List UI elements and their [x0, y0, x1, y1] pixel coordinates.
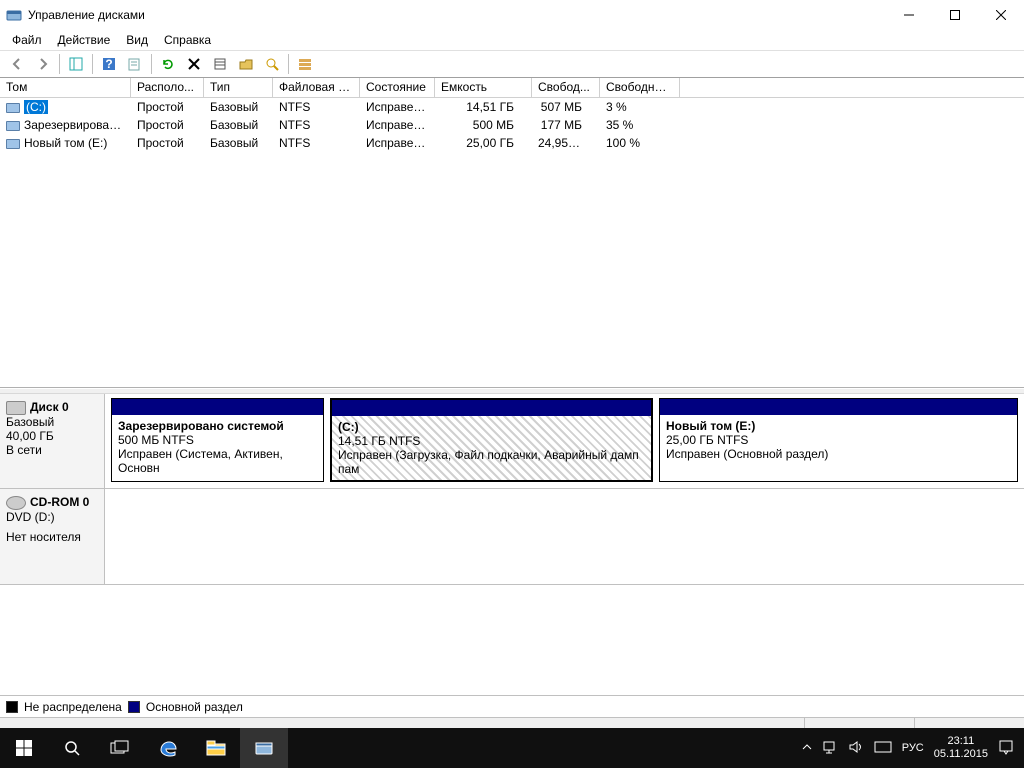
col-filesystem[interactable]: Файловая с... — [273, 78, 360, 97]
menubar: Файл Действие Вид Справка — [0, 30, 1024, 50]
volume-icon — [6, 121, 20, 131]
close-button[interactable] — [978, 0, 1024, 30]
window-title: Управление дисками — [28, 8, 886, 22]
volume-icon[interactable] — [848, 740, 864, 757]
list-button[interactable] — [293, 52, 317, 76]
forward-button[interactable] — [31, 52, 55, 76]
menu-action[interactable]: Действие — [50, 31, 119, 49]
refresh-button[interactable] — [156, 52, 180, 76]
col-free[interactable]: Свобод... — [532, 78, 600, 97]
col-type[interactable]: Тип — [204, 78, 273, 97]
start-button[interactable] — [0, 728, 48, 768]
part0-title: Зарезервировано системой — [118, 419, 284, 433]
disk-row-0[interactable]: Диск 0 Базовый 40,00 ГБ В сети Зарезерви… — [0, 394, 1024, 489]
disk0-title: Диск 0 — [30, 400, 69, 414]
cdrom-drive: DVD (D:) — [6, 510, 98, 524]
part1-size: 14,51 ГБ NTFS — [338, 434, 420, 448]
network-icon[interactable] — [822, 740, 838, 757]
part2-status: Исправен (Основной раздел) — [666, 447, 828, 461]
settings-button[interactable] — [208, 52, 232, 76]
minimize-button[interactable] — [886, 0, 932, 30]
clock-time: 23:11 — [934, 735, 988, 748]
legend: Не распределена Основной раздел — [0, 695, 1024, 717]
disk0-type: Базовый — [6, 415, 98, 429]
graphical-view: Диск 0 Базовый 40,00 ГБ В сети Зарезерви… — [0, 394, 1024, 695]
clock-date: 05.11.2015 — [934, 748, 988, 761]
menu-help[interactable]: Справка — [156, 31, 219, 49]
menu-file[interactable]: Файл — [4, 31, 50, 49]
col-status[interactable]: Состояние — [360, 78, 435, 97]
part2-title: Новый том (E:) — [666, 419, 755, 433]
partition-c[interactable]: (C:) 14,51 ГБ NTFS Исправен (Загрузка, Ф… — [330, 398, 653, 482]
tray: РУС 23:11 05.11.2015 — [792, 735, 1024, 761]
volume-header[interactable]: Том Располо... Тип Файловая с... Состоян… — [0, 78, 1024, 98]
help-button[interactable]: ? — [97, 52, 121, 76]
part1-status: Исправен (Загрузка, Файл подкачки, Авари… — [338, 448, 639, 476]
disk-row-cdrom[interactable]: CD-ROM 0 DVD (D:) Нет носителя — [0, 489, 1024, 585]
edge-button[interactable] — [144, 728, 192, 768]
svg-text:?: ? — [105, 57, 112, 71]
disk-icon — [6, 401, 26, 415]
col-capacity[interactable]: Емкость — [435, 78, 532, 97]
disk0-status: В сети — [6, 443, 98, 457]
volume-icon — [6, 103, 20, 113]
taskbar: РУС 23:11 05.11.2015 — [0, 728, 1024, 768]
col-free-pct[interactable]: Свободно % — [600, 78, 680, 97]
volume-row[interactable]: (C:)ПростойБазовыйNTFSИсправен...14,51 Г… — [0, 98, 1024, 116]
legend-primary: Основной раздел — [146, 700, 243, 714]
open-button[interactable] — [234, 52, 258, 76]
partition-system-reserved[interactable]: Зарезервировано системой 500 МБ NTFS Исп… — [111, 398, 324, 482]
properties-button[interactable] — [123, 52, 147, 76]
keyboard-icon[interactable] — [874, 741, 892, 756]
partition-e[interactable]: Новый том (E:) 25,00 ГБ NTFS Исправен (О… — [659, 398, 1018, 482]
disk0-size: 40,00 ГБ — [6, 429, 98, 443]
toolbar: ? — [0, 50, 1024, 78]
volume-row[interactable]: Зарезервировано...ПростойБазовыйNTFSИспр… — [0, 116, 1024, 134]
cdrom-header[interactable]: CD-ROM 0 DVD (D:) Нет носителя — [0, 489, 105, 584]
explorer-button[interactable] — [192, 728, 240, 768]
cdrom-title: CD-ROM 0 — [30, 495, 89, 509]
volume-row[interactable]: Новый том (E:)ПростойБазовыйNTFSИсправен… — [0, 134, 1024, 152]
legend-unallocated: Не распределена — [24, 700, 122, 714]
search-button[interactable] — [260, 52, 284, 76]
delete-button[interactable] — [182, 52, 206, 76]
diskmgmt-button[interactable] — [240, 728, 288, 768]
volume-list[interactable]: Том Располо... Тип Файловая с... Состоян… — [0, 78, 1024, 388]
clock[interactable]: 23:11 05.11.2015 — [934, 735, 988, 761]
notifications-icon[interactable] — [998, 739, 1014, 758]
col-volume[interactable]: Том — [0, 78, 131, 97]
part0-status: Исправен (Система, Активен, Основн — [118, 447, 283, 475]
disk0-header[interactable]: Диск 0 Базовый 40,00 ГБ В сети — [0, 394, 105, 488]
maximize-button[interactable] — [932, 0, 978, 30]
search-button-taskbar[interactable] — [48, 728, 96, 768]
panel-button[interactable] — [64, 52, 88, 76]
blank-area — [0, 585, 1024, 695]
menu-view[interactable]: Вид — [118, 31, 156, 49]
legend-swatch-unallocated — [6, 701, 18, 713]
part2-size: 25,00 ГБ NTFS — [666, 433, 748, 447]
volume-icon — [6, 139, 20, 149]
cdrom-status: Нет носителя — [6, 530, 98, 544]
taskview-button[interactable] — [96, 728, 144, 768]
legend-swatch-primary — [128, 701, 140, 713]
col-layout[interactable]: Располо... — [131, 78, 204, 97]
titlebar: Управление дисками — [0, 0, 1024, 30]
cdrom-icon — [6, 496, 26, 510]
language-indicator[interactable]: РУС — [902, 742, 924, 754]
back-button[interactable] — [5, 52, 29, 76]
part0-size: 500 МБ NTFS — [118, 433, 194, 447]
tray-chevron-icon[interactable] — [802, 742, 812, 755]
part1-title: (C:) — [338, 420, 359, 434]
app-icon — [6, 7, 22, 23]
